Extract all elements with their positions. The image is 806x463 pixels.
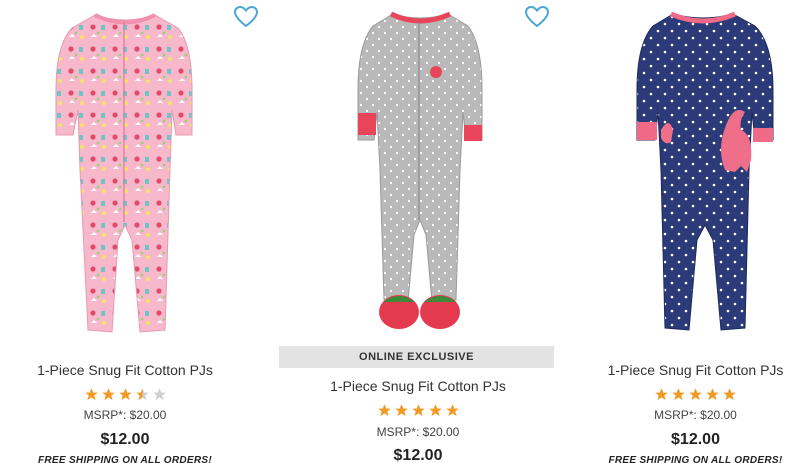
pink-unicorn-pajamas-image[interactable]	[0, 0, 250, 345]
msrp-price: MSRP*: $20.00	[376, 425, 460, 439]
product-card[interactable]: 1-Piece Snug Fit Cotton PJs MSRP*: $20.0…	[585, 0, 806, 463]
product-title[interactable]: 1-Piece Snug Fit Cotton PJs	[268, 378, 568, 394]
star-filled-icon	[706, 388, 719, 401]
star-filled-icon	[672, 388, 685, 401]
msrp-price: MSRP*: $20.00	[83, 408, 167, 422]
star-rating	[585, 387, 806, 403]
online-exclusive-badge: ONLINE EXCLUSIVE	[279, 346, 554, 368]
msrp-price: MSRP*: $20.00	[654, 408, 737, 422]
star-filled-icon	[84, 388, 98, 401]
sale-price: $12.00	[671, 431, 720, 448]
shipping-note: FREE SHIPPING ON ALL ORDERS!	[608, 455, 783, 463]
star-filled-icon	[394, 404, 408, 417]
star-filled-icon	[689, 388, 702, 401]
wishlist-heart-icon[interactable]	[524, 5, 550, 29]
sale-price: $12.00	[393, 447, 443, 463]
star-filled-icon	[377, 404, 391, 417]
product-title[interactable]: 1-Piece Snug Fit Cotton PJs	[0, 362, 250, 378]
sale-price: $12.00	[100, 431, 150, 448]
navy-dinosaur-pajamas-image[interactable]	[585, 0, 806, 345]
star-empty-icon	[152, 388, 166, 401]
wishlist-heart-icon[interactable]	[233, 5, 259, 29]
star-filled-icon	[723, 388, 736, 401]
star-filled-icon	[411, 404, 425, 417]
star-filled-icon	[445, 404, 459, 417]
product-title[interactable]: 1-Piece Snug Fit Cotton PJs	[585, 362, 806, 378]
product-card[interactable]: ONLINE EXCLUSIVE 1-Piece Snug Fit Cotton…	[268, 0, 568, 463]
gray-strawberry-pajamas-image[interactable]	[268, 0, 568, 345]
star-filled-icon	[101, 388, 115, 401]
shipping-note: FREE SHIPPING ON ALL ORDERS!	[38, 455, 212, 463]
star-rating	[268, 403, 568, 419]
star-half-icon	[135, 388, 149, 401]
star-filled-icon	[118, 388, 132, 401]
star-filled-icon	[655, 388, 668, 401]
star-filled-icon	[428, 404, 442, 417]
product-card[interactable]: 1-Piece Snug Fit Cotton PJs MSRP*: $20.0…	[0, 0, 250, 463]
star-rating	[0, 387, 250, 403]
